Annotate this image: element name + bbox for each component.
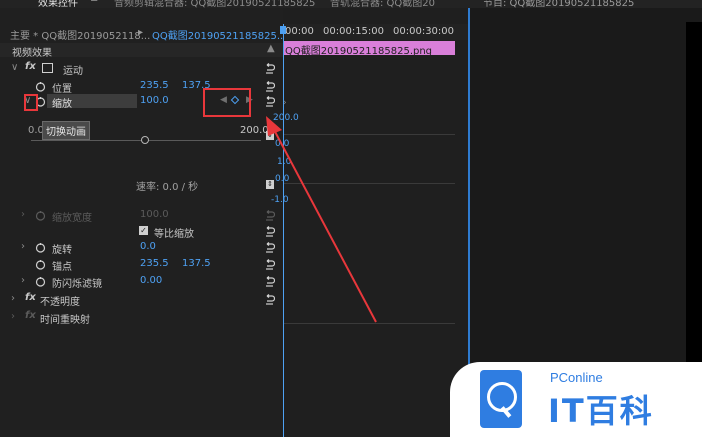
timecode-end: 00:00:30:00 (393, 26, 455, 37)
graph-velocity-icon[interactable]: ⇕ (266, 180, 274, 189)
scale-label: 缩放 (52, 99, 72, 110)
tab-menu-icon[interactable]: ≡ (90, 0, 98, 5)
section-header: 视频效果 ▲ (0, 43, 283, 59)
motion-label: 运动 (63, 66, 83, 77)
graph-value-icon[interactable]: ⇕ (266, 131, 274, 140)
clip-bar-label: QQ截图20190521185825.png (285, 46, 433, 57)
expand-opacity-icon[interactable]: › (11, 293, 15, 304)
scale-width-value: 100.0 (140, 209, 169, 220)
reset-opacity-icon[interactable] (264, 294, 275, 305)
graph-v-low-value: -1.0 (271, 195, 289, 205)
reset-rotation-icon[interactable] (264, 242, 275, 253)
anti-flicker-label: 防闪烁滤镜 (52, 279, 102, 290)
watermark: PConline IT百科 (450, 362, 702, 437)
anchor-y-value[interactable]: 137.5 (182, 258, 211, 269)
rotation-row: › 旋转 0.0 (0, 240, 283, 256)
graph-top-value: 200.0 (273, 113, 299, 123)
clip-bar[interactable]: QQ截图20190521185825.png (283, 41, 455, 57)
position-x-value[interactable]: 235.5 (140, 80, 169, 91)
breadcrumb-arrow-icon: ▸ (138, 27, 144, 38)
opacity-row[interactable]: › fx 不透明度 (0, 292, 283, 308)
effect-controls-panel: 主要 * QQ截图2019052118... ▸ QQ截图20190521185… (0, 8, 286, 437)
position-stopwatch-icon[interactable] (35, 81, 46, 92)
reset-position-icon[interactable] (264, 81, 275, 92)
toggle-animation-tooltip: 切换动画 (42, 121, 90, 140)
clip-select[interactable]: QQ截图20190521185825... (152, 27, 286, 42)
graph-line-3 (283, 323, 455, 324)
fx-icon: fx (25, 61, 36, 72)
timeline-scroll-icon[interactable]: › (283, 98, 287, 108)
scale-width-row: › 缩放宽度 100.0 (0, 208, 283, 224)
anchor-row: 锚点 235.5 137.5 (0, 257, 283, 273)
scale-width-label: 缩放宽度 (52, 213, 92, 224)
expand-rotation-icon[interactable]: › (21, 241, 25, 252)
playhead-handle[interactable] (280, 26, 286, 34)
time-ruler[interactable]: 00:00 00:00:15:00 00:00:30:00 (283, 24, 470, 40)
watermark-logo-icon (480, 370, 522, 428)
reset-uniform-scale-icon[interactable] (264, 226, 275, 237)
keyframe-timeline-panel: 00:00 00:00:15:00 00:00:30:00 QQ截图201905… (271, 8, 470, 437)
master-clip-select[interactable]: 主要 * QQ截图2019052118... (10, 27, 150, 42)
breadcrumb: 主要 * QQ截图2019052118... ▸ QQ截图20190521185… (0, 24, 286, 42)
scale-width-stopwatch-icon (35, 210, 46, 221)
anchor-label: 锚点 (52, 262, 72, 273)
tab-program[interactable]: 节目: QQ截图20190521185825 (483, 0, 634, 8)
reset-anti-flicker-icon[interactable] (264, 276, 275, 287)
tab-audio-track-mixer[interactable]: 音轨混合器: QQ截图20 (330, 0, 435, 8)
anti-flicker-row: › 防闪烁滤镜 0.00 (0, 274, 283, 290)
reset-scale-icon[interactable] (264, 96, 275, 107)
graph-line-1 (283, 134, 455, 135)
scroll-up-icon[interactable]: ▲ (267, 43, 275, 54)
velocity-label: 速率: 0.0 / 秒 (136, 182, 199, 193)
collapse-motion-icon[interactable]: ∨ (11, 62, 18, 73)
timecode-mid: 00:00:15:00 (323, 26, 385, 37)
expand-time-remap-icon[interactable]: › (11, 311, 15, 322)
anti-flicker-value[interactable]: 0.00 (140, 275, 162, 286)
reset-motion-icon[interactable] (264, 63, 275, 74)
scale-slider-thumb[interactable] (141, 136, 149, 144)
tab-bar: 效果控件 ≡ 音频剪辑混合器: QQ截图20190521185825 音轨混合器… (0, 0, 702, 8)
playhead[interactable] (283, 24, 284, 437)
reset-scale-width-icon (264, 210, 275, 221)
uniform-scale-row: ✓ 等比缩放 (0, 224, 283, 240)
opacity-label: 不透明度 (40, 297, 80, 308)
expand-anti-flicker-icon[interactable]: › (21, 275, 25, 286)
timecode-start: 00:00 (285, 26, 314, 37)
time-remap-label: 时间重映射 (40, 315, 90, 326)
reset-anchor-icon[interactable] (264, 259, 275, 270)
uniform-scale-checkbox[interactable]: ✓ (139, 226, 148, 235)
time-remap-fx-icon: fx (25, 310, 36, 321)
uniform-scale-label: 等比缩放 (154, 229, 194, 240)
time-remap-row[interactable]: › fx 时间重映射 (0, 310, 283, 326)
graph-line-2 (283, 183, 455, 184)
motion-row[interactable]: ∨ fx 运动 (0, 60, 283, 77)
expand-scale-width-icon: › (21, 209, 25, 220)
scale-value[interactable]: 100.0 (140, 95, 169, 106)
tab-effect-controls[interactable]: 效果控件 (38, 0, 78, 8)
section-title: 视频效果 (12, 48, 52, 59)
program-video-area[interactable] (686, 22, 702, 362)
watermark-brand: PConline (550, 370, 603, 385)
opacity-fx-icon: fx (25, 292, 36, 303)
annotation-box-keyframe-nav (203, 88, 251, 117)
position-label: 位置 (52, 84, 72, 95)
slider-max-label: 200.0 (240, 125, 269, 136)
motion-transform-icon[interactable] (42, 63, 53, 73)
annotation-box-keyframe (24, 94, 38, 111)
watermark-chars: IT百科 (548, 392, 654, 430)
rotation-stopwatch-icon[interactable] (35, 242, 46, 253)
anchor-stopwatch-icon[interactable] (35, 259, 46, 270)
graph-v-top-value: 1.0 (277, 157, 292, 167)
tab-audio-clip-mixer[interactable]: 音频剪辑混合器: QQ截图20190521185825 (114, 0, 315, 8)
anti-flicker-stopwatch-icon[interactable] (35, 276, 46, 287)
anchor-x-value[interactable]: 235.5 (140, 258, 169, 269)
rotation-label: 旋转 (52, 245, 72, 256)
rotation-value[interactable]: 0.0 (140, 241, 156, 252)
